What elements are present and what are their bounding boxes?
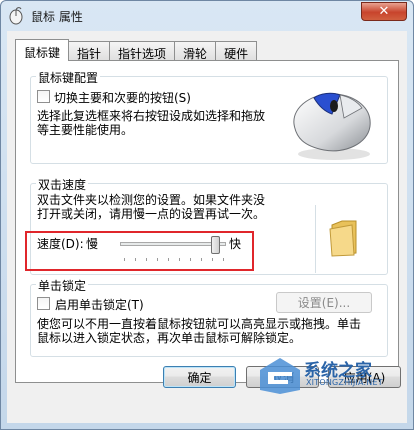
switch-buttons-checkbox[interactable]	[37, 90, 50, 103]
watermark-subtitle: XITONGZHIJIA.NET	[306, 378, 383, 387]
tab-buttons[interactable]: 鼠标键	[15, 39, 70, 61]
title-bar[interactable]: 鼠标 属性 ✕	[1, 1, 413, 31]
double-click-description: 双击文件夹以检测您的设置。如果文件夹没 打开或关闭，请用慢一点的设置再试一次。	[37, 193, 265, 221]
site-watermark: 系统之家 XITONGZHIJIA.NET	[254, 352, 414, 402]
tab-hardware[interactable]: 硬件	[215, 41, 258, 61]
click-lock-desc-line1: 使您可以不用一直按着鼠标按钮就可以高亮显示或拖拽。单击	[37, 317, 362, 331]
close-icon: ✕	[378, 4, 390, 19]
button-config-desc-line2: 等主要性能使用。	[37, 123, 134, 137]
tab-wheel[interactable]: 滑轮	[174, 41, 217, 61]
folder-icon	[328, 219, 360, 260]
button-config-description: 选择此复选框来将右按钮设成如选择和拖放 等主要性能使用。	[37, 109, 265, 137]
tab-strip: 鼠标键 指针 指针选项 滑轮 硬件	[15, 39, 258, 61]
tab-pointer-options[interactable]: 指针选项	[109, 41, 176, 61]
tab-pointers[interactable]: 指针	[68, 41, 111, 61]
button-config-desc-line1: 选择此复选框来将右按钮设成如选择和拖放	[37, 109, 266, 123]
click-lock-description: 使您可以不用一直按着鼠标按钮就可以高亮显示或拖拽。单击 鼠标以进入锁定状态，再次…	[37, 317, 361, 345]
button-config-title: 鼠标键配置	[36, 69, 101, 86]
mouse-app-icon	[8, 7, 24, 25]
double-click-desc-line2: 打开或关闭，请用慢一点的设置再试一次。	[37, 207, 266, 221]
click-lock-desc-line2: 鼠标以进入锁定状态，再次单击鼠标可解除锁定。	[37, 331, 302, 345]
switch-buttons-label: 切换主要和次要的按钮(S)	[54, 91, 191, 105]
test-folder-area[interactable]	[315, 205, 371, 273]
click-lock-label: 启用单击锁定(T)	[55, 298, 144, 312]
close-button[interactable]: ✕	[361, 2, 407, 21]
window-title: 鼠标 属性	[31, 10, 83, 24]
double-click-title: 双击速度	[36, 176, 89, 193]
click-lock-settings-button[interactable]: 设置(E)...	[276, 292, 372, 313]
double-click-desc-line1: 双击文件夹以检测您的设置。如果文件夹没	[37, 193, 266, 207]
ok-button[interactable]: 确定	[163, 366, 236, 388]
click-lock-checkbox[interactable]	[37, 297, 50, 310]
mouse-illustration	[284, 84, 376, 165]
click-lock-title: 单击锁定	[36, 277, 89, 294]
watermark-logo	[258, 356, 302, 399]
speed-highlight-box	[25, 231, 254, 271]
